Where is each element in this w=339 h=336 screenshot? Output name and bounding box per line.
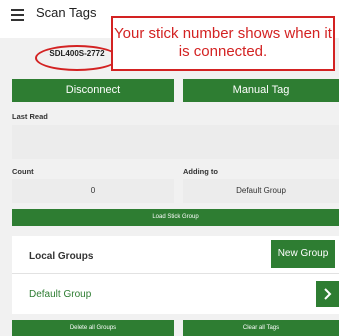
delete-all-groups-button[interactable]: Delete all Groups <box>12 320 174 336</box>
local-groups-title: Local Groups <box>29 251 94 262</box>
last-read-field <box>12 125 339 159</box>
manual-tag-button[interactable]: Manual Tag <box>183 79 339 102</box>
clear-all-tags-button[interactable]: Clear all Tags <box>183 320 339 336</box>
adding-to-label: Adding to <box>183 167 218 176</box>
last-read-label: Last Read <box>12 112 48 121</box>
group-item-default[interactable]: Default Group <box>29 289 91 300</box>
divider <box>12 273 339 274</box>
adding-to-value: Default Group <box>183 179 339 203</box>
local-groups-card: Local Groups New Group Default Group <box>12 236 339 314</box>
chevron-right-icon <box>324 288 332 300</box>
stick-number: SDL400S-2772 <box>49 49 105 58</box>
count-label: Count <box>12 167 34 176</box>
new-group-button[interactable]: New Group <box>271 240 335 268</box>
count-value: 0 <box>12 179 174 203</box>
annotation-callout: Your stick number shows when it is conne… <box>111 16 335 71</box>
hamburger-menu-icon[interactable] <box>11 9 24 21</box>
load-stick-group-button[interactable]: Load Stick Group <box>12 209 339 226</box>
disconnect-button[interactable]: Disconnect <box>12 79 174 102</box>
page-title: Scan Tags <box>36 5 97 20</box>
open-group-button[interactable] <box>316 281 339 307</box>
